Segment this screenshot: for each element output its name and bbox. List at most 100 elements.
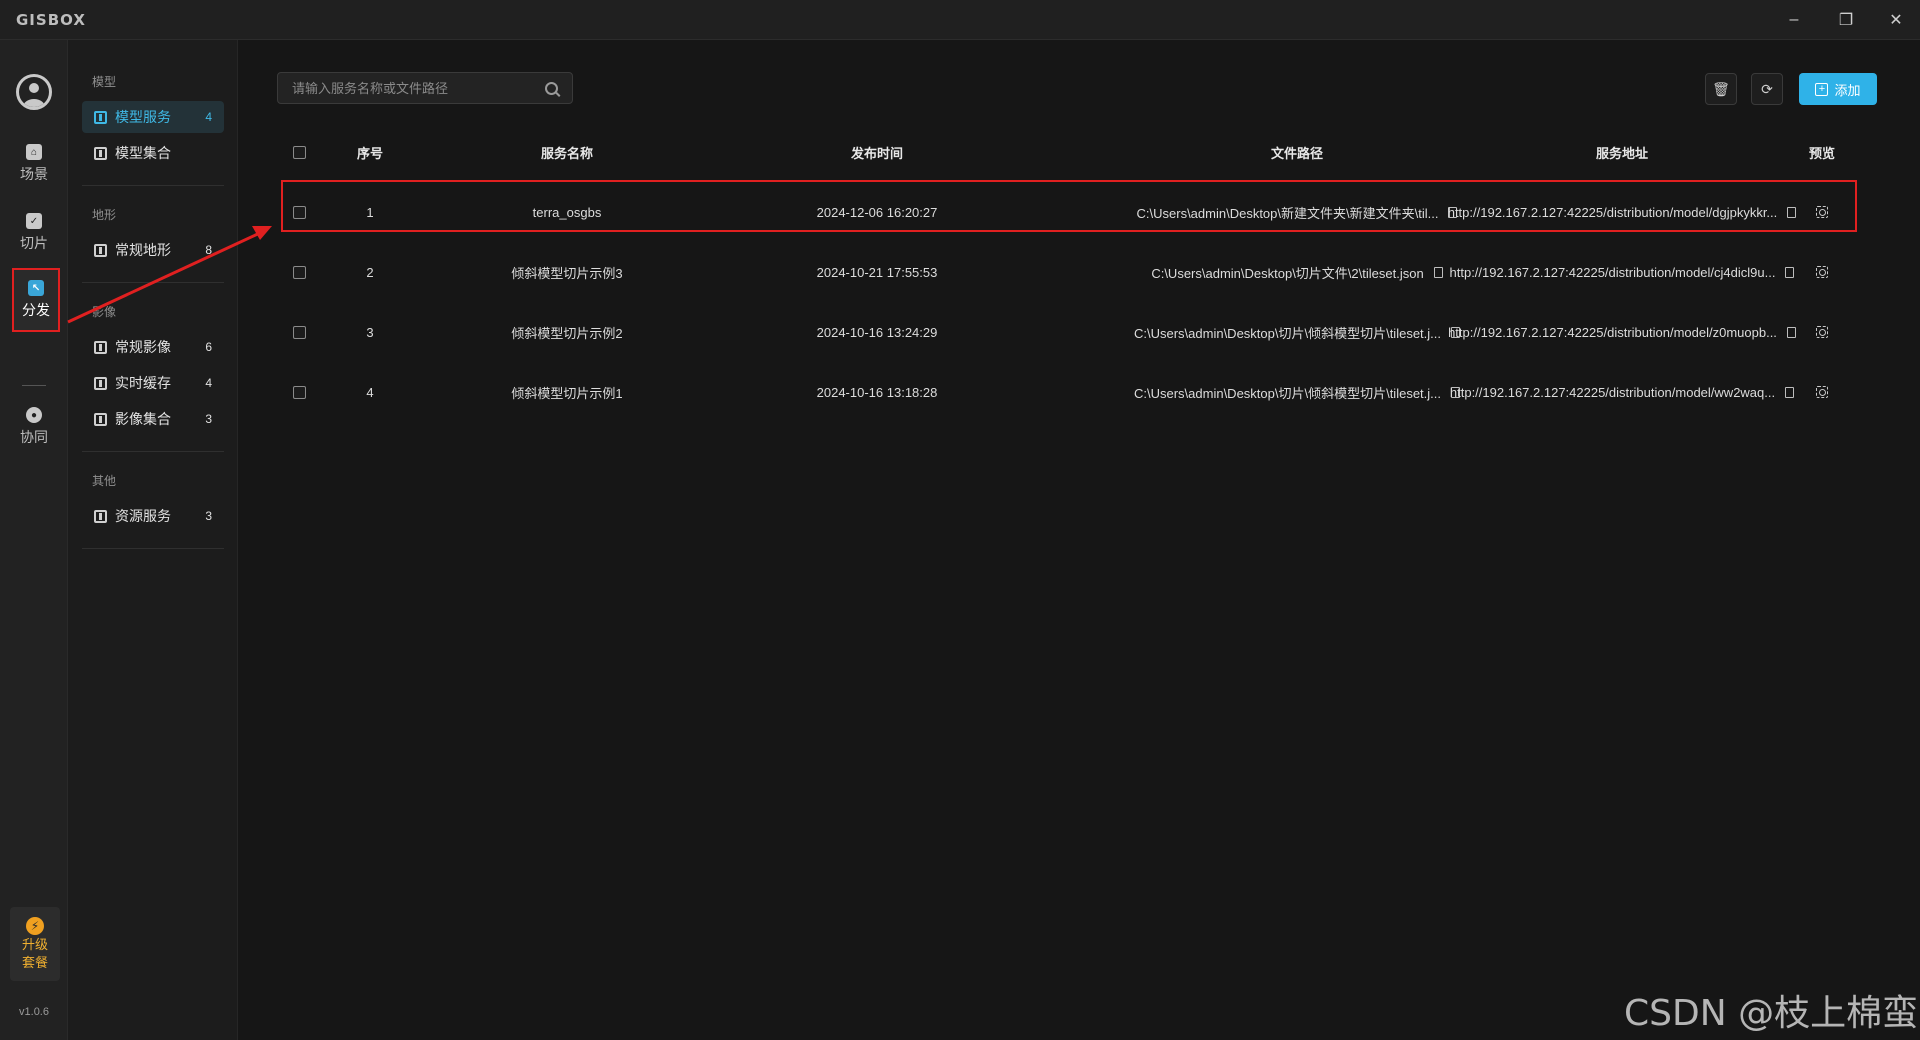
collaborate-icon: ● bbox=[26, 407, 42, 423]
row-url: http://192.167.2.127:42225/distribution/… bbox=[1449, 264, 1776, 280]
row-time: 2024-10-21 17:55:53 bbox=[816, 264, 938, 280]
upgrade-plan-button[interactable]: ⚡ 升级 套餐 bbox=[10, 907, 60, 981]
sidebar-item-count: 8 bbox=[205, 243, 212, 257]
maximize-button[interactable]: ❐ bbox=[1826, 6, 1866, 34]
table-row[interactable]: 4 倾斜模型切片示例1 2024-10-16 13:18:28 C:\Users… bbox=[277, 368, 1857, 416]
delete-button[interactable]: 🗑 bbox=[1705, 73, 1737, 105]
preview-icon[interactable] bbox=[1816, 266, 1828, 278]
preview-icon[interactable] bbox=[1816, 326, 1828, 338]
upgrade-label-line2: 套餐 bbox=[21, 955, 48, 970]
search-icon[interactable] bbox=[545, 81, 558, 95]
row-checkbox[interactable] bbox=[292, 265, 306, 279]
sidebar-divider bbox=[82, 282, 224, 283]
minimize-button[interactable]: – bbox=[1774, 6, 1814, 34]
sidebar-item-label: 模型服务 bbox=[115, 109, 171, 125]
row-checkbox[interactable] bbox=[292, 325, 306, 339]
row-name: 倾斜模型切片示例1 bbox=[511, 385, 623, 401]
user-avatar[interactable] bbox=[16, 74, 52, 110]
trash-icon: 🗑 bbox=[1712, 80, 1730, 97]
row-name: terra_osgbs bbox=[532, 204, 602, 220]
terrain-icon bbox=[94, 243, 107, 257]
row-checkbox[interactable] bbox=[292, 205, 306, 219]
rail-item-collaborate[interactable]: ● 协同 bbox=[10, 398, 58, 456]
sidebar-item-label: 实时缓存 bbox=[115, 375, 171, 391]
rail-item-distribute[interactable]: ↖ 分发 bbox=[12, 268, 60, 332]
avatar-head-icon bbox=[29, 83, 39, 93]
scene-icon: ⌂ bbox=[26, 144, 42, 160]
avatar-body-icon bbox=[23, 99, 45, 107]
rail-divider bbox=[22, 385, 46, 386]
table-row[interactable]: 3 倾斜模型切片示例2 2024-10-16 13:24:29 C:\Users… bbox=[277, 308, 1857, 356]
row-no: 4 bbox=[366, 384, 374, 400]
close-button[interactable]: ✕ bbox=[1876, 6, 1916, 34]
sidebar-divider bbox=[82, 451, 224, 452]
resource-service-icon bbox=[94, 509, 107, 523]
row-time: 2024-12-06 16:20:27 bbox=[816, 204, 938, 220]
row-checkbox-cell bbox=[277, 248, 321, 296]
refresh-button[interactable]: ⟳ bbox=[1751, 73, 1783, 105]
group-title-imagery: 影像 bbox=[92, 305, 117, 319]
row-checkbox-cell bbox=[277, 188, 321, 236]
sidebar-item-model-collection[interactable]: 模型集合 bbox=[82, 137, 224, 169]
title-bar: GISBOX – ❐ ✕ bbox=[0, 0, 1920, 40]
sidebar-item-realtime-cache[interactable]: 实时缓存 4 bbox=[82, 367, 224, 399]
table-header: 序号 服务名称 发布时间 文件路径 服务地址 预览 bbox=[277, 128, 1857, 176]
sidebar-divider bbox=[82, 548, 224, 549]
row-no: 3 bbox=[366, 324, 374, 340]
sidebar-item-terrain[interactable]: 常规地形 8 bbox=[82, 234, 224, 266]
row-time: 2024-10-16 13:24:29 bbox=[816, 324, 938, 340]
table-row[interactable]: 2 倾斜模型切片示例3 2024-10-21 17:55:53 C:\Users… bbox=[277, 248, 1857, 296]
row-url: http://192.167.2.127:42225/distribution/… bbox=[1448, 324, 1777, 340]
add-button-label: 添加 bbox=[1834, 82, 1861, 98]
add-button[interactable]: + 添加 bbox=[1799, 73, 1877, 105]
rail-item-label: 分发 bbox=[22, 302, 50, 318]
preview-icon[interactable] bbox=[1816, 206, 1828, 218]
upgrade-label-line1: 升级 bbox=[21, 937, 48, 952]
refresh-icon: ⟳ bbox=[1761, 80, 1773, 97]
category-sidebar: 模型 模型服务 4 模型集合 地形 常规地形 8 影像 常规影像 6 实时缓存 … bbox=[68, 40, 238, 1040]
row-preview-cell bbox=[1787, 248, 1857, 296]
sidebar-item-count: 6 bbox=[205, 340, 212, 354]
row-name: 倾斜模型切片示例3 bbox=[511, 265, 623, 281]
arrow-head bbox=[252, 226, 272, 240]
bolt-icon: ⚡ bbox=[26, 917, 44, 935]
row-no: 1 bbox=[366, 204, 374, 220]
rail-item-scene[interactable]: ⌂ 场景 bbox=[10, 135, 58, 193]
imagery-icon bbox=[94, 340, 107, 354]
row-preview-cell bbox=[1787, 188, 1857, 236]
row-name: 倾斜模型切片示例2 bbox=[511, 325, 623, 341]
header-no: 序号 bbox=[356, 145, 383, 161]
row-time: 2024-10-16 13:18:28 bbox=[816, 384, 938, 400]
search-input[interactable] bbox=[292, 80, 545, 96]
watermark: CSDN @枝上棉蛮 bbox=[1624, 993, 1919, 1034]
preview-icon[interactable] bbox=[1816, 386, 1828, 398]
table-row[interactable]: 1 terra_osgbs 2024-12-06 16:20:27 C:\Use… bbox=[277, 188, 1857, 236]
sidebar-item-resource-service[interactable]: 资源服务 3 bbox=[82, 500, 224, 532]
imagery-collection-icon bbox=[94, 412, 107, 426]
select-all-cell bbox=[277, 128, 321, 176]
app-version: v1.0.6 bbox=[19, 1006, 49, 1018]
sidebar-item-label: 常规影像 bbox=[115, 339, 171, 355]
rail-item-slice[interactable]: ✓ 切片 bbox=[10, 204, 58, 262]
row-checkbox-cell bbox=[277, 368, 321, 416]
sidebar-item-label: 资源服务 bbox=[115, 508, 171, 524]
row-preview-cell bbox=[1787, 308, 1857, 356]
sidebar-item-count: 3 bbox=[205, 509, 212, 523]
icon-rail: ⌂ 场景 ✓ 切片 ↖ 分发 ● 协同 ⚡ 升级 套餐 v1.0.6 bbox=[0, 40, 68, 1040]
distribute-icon: ↖ bbox=[28, 280, 44, 296]
sidebar-item-count: 4 bbox=[205, 376, 212, 390]
sidebar-item-imagery[interactable]: 常规影像 6 bbox=[82, 331, 224, 363]
select-all-checkbox[interactable] bbox=[292, 145, 306, 159]
row-path: C:\Users\admin\Desktop\切片文件\2\tileset.js… bbox=[1151, 265, 1424, 281]
sidebar-item-count: 3 bbox=[205, 412, 212, 426]
search-box[interactable] bbox=[277, 72, 573, 104]
rail-item-label: 切片 bbox=[20, 235, 48, 251]
sidebar-item-imagery-collection[interactable]: 影像集合 3 bbox=[82, 403, 224, 435]
sidebar-item-model-service[interactable]: 模型服务 4 bbox=[82, 101, 224, 133]
sidebar-divider bbox=[82, 185, 224, 186]
sidebar-item-label: 模型集合 bbox=[115, 145, 171, 161]
row-no: 2 bbox=[366, 264, 374, 280]
rail-item-label: 场景 bbox=[20, 166, 48, 182]
group-title-model: 模型 bbox=[92, 75, 117, 89]
row-checkbox[interactable] bbox=[292, 385, 306, 399]
